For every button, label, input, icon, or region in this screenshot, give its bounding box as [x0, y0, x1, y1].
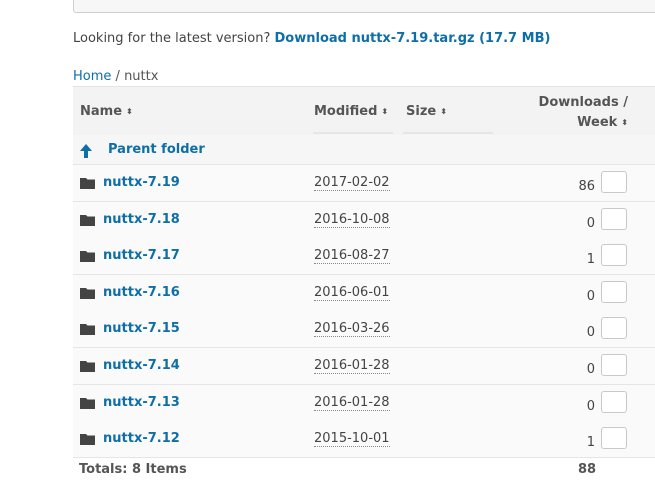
- file-row[interactable]: nuttx-7.15 2016-03-26 0: [73, 311, 655, 348]
- breadcrumb: Home / nuttx: [73, 69, 158, 84]
- modified-date: 2016-08-27: [314, 248, 390, 264]
- sort-icon: ⬍: [440, 107, 447, 116]
- file-row[interactable]: nuttx-7.16 2016-06-01 0: [73, 275, 655, 312]
- column-header-downloads[interactable]: Downloads / Week ⬍: [538, 93, 628, 133]
- folder-icon: [80, 398, 95, 409]
- sort-icon: ⬍: [126, 107, 133, 116]
- downloads-count: 0: [586, 399, 595, 414]
- folder-name-link[interactable]: nuttx-7.15: [103, 321, 180, 336]
- file-row[interactable]: nuttx-7.12 2015-10-01 1: [73, 421, 655, 458]
- file-row[interactable]: nuttx-7.17 2016-08-27 1: [73, 238, 655, 275]
- download-latest-link[interactable]: Download nuttx-7.19.tar.gz (17.7 MB): [275, 31, 551, 46]
- folder-icon: [80, 215, 95, 226]
- top-notice-box: [73, 0, 655, 13]
- column-name-label: Name: [80, 104, 123, 119]
- sort-icon: ⬍: [621, 118, 628, 127]
- downloads-count: 0: [586, 325, 595, 340]
- latest-prefix: Looking for the latest version?: [73, 31, 271, 46]
- folder-icon: [80, 361, 95, 372]
- downloads-sparkline[interactable]: [601, 391, 627, 413]
- downloads-sparkline[interactable]: [601, 208, 627, 230]
- column-header-name[interactable]: Name ⬍: [80, 104, 133, 119]
- downloads-sparkline[interactable]: [601, 244, 627, 266]
- totals-downloads: 88: [578, 462, 597, 477]
- folder-icon: [80, 251, 95, 262]
- folder-name-link[interactable]: nuttx-7.17: [103, 248, 180, 263]
- folder-icon: [80, 178, 95, 189]
- parent-folder-row[interactable]: Parent folder: [73, 135, 655, 165]
- file-row[interactable]: nuttx-7.13 2016-01-28 0: [73, 385, 655, 422]
- modified-date: 2016-10-08: [314, 212, 390, 228]
- column-header-modified[interactable]: Modified ⬍: [314, 104, 388, 119]
- file-row[interactable]: nuttx-7.18 2016-10-08 0: [73, 202, 655, 239]
- breadcrumb-separator: /: [115, 69, 120, 84]
- breadcrumb-home[interactable]: Home: [73, 69, 111, 84]
- totals-row: Totals: 8 Items 88: [73, 456, 655, 484]
- downloads-count: 86: [578, 179, 595, 194]
- header-divider: [403, 132, 493, 134]
- totals-label: Totals: 8 Items: [79, 462, 187, 477]
- parent-folder-link[interactable]: Parent folder: [108, 142, 205, 157]
- modified-date: 2017-02-02: [314, 175, 390, 191]
- file-row[interactable]: nuttx-7.19 2017-02-02 86: [73, 165, 655, 202]
- downloads-count: 1: [586, 435, 595, 450]
- file-row[interactable]: nuttx-7.14 2016-01-28 0: [73, 348, 655, 385]
- folder-name-link[interactable]: nuttx-7.13: [103, 395, 180, 410]
- column-header-size[interactable]: Size ⬍: [406, 104, 447, 119]
- downloads-sparkline[interactable]: [601, 354, 627, 376]
- folder-name-link[interactable]: nuttx-7.18: [103, 212, 180, 227]
- modified-date: 2016-01-28: [314, 358, 390, 374]
- sort-icon: ⬍: [381, 107, 389, 116]
- downloads-sparkline[interactable]: [601, 427, 627, 449]
- up-arrow-icon: [80, 144, 92, 158]
- downloads-sparkline[interactable]: [601, 281, 627, 303]
- column-modified-label: Modified: [314, 104, 378, 119]
- folder-name-link[interactable]: nuttx-7.14: [103, 358, 180, 373]
- modified-date: 2016-01-28: [314, 395, 390, 411]
- folder-icon: [80, 288, 95, 299]
- downloads-count: 0: [586, 289, 595, 304]
- modified-date: 2016-06-01: [314, 285, 390, 301]
- files-table-header: Name ⬍ Modified ⬍ Size ⬍ Downloads / Week ⬍: [73, 86, 655, 137]
- modified-date: 2016-03-26: [314, 321, 390, 337]
- folder-icon: [80, 324, 95, 335]
- column-week-label: Week: [577, 115, 618, 130]
- folder-name-link[interactable]: nuttx-7.12: [103, 431, 180, 446]
- downloads-count: 0: [586, 216, 595, 231]
- column-size-label: Size: [406, 104, 437, 119]
- downloads-count: 0: [586, 362, 595, 377]
- folder-icon: [80, 434, 95, 445]
- downloads-sparkline[interactable]: [601, 171, 627, 193]
- folder-name-link[interactable]: nuttx-7.16: [103, 285, 180, 300]
- modified-date: 2015-10-01: [314, 431, 390, 447]
- column-downloads-label: Downloads /: [538, 95, 628, 110]
- downloads-count: 1: [586, 252, 595, 267]
- breadcrumb-current: nuttx: [124, 69, 159, 84]
- folder-name-link[interactable]: nuttx-7.19: [103, 175, 180, 190]
- latest-version-banner: Looking for the latest version? Download…: [73, 31, 550, 46]
- downloads-sparkline[interactable]: [601, 317, 627, 339]
- header-divider: [313, 132, 393, 134]
